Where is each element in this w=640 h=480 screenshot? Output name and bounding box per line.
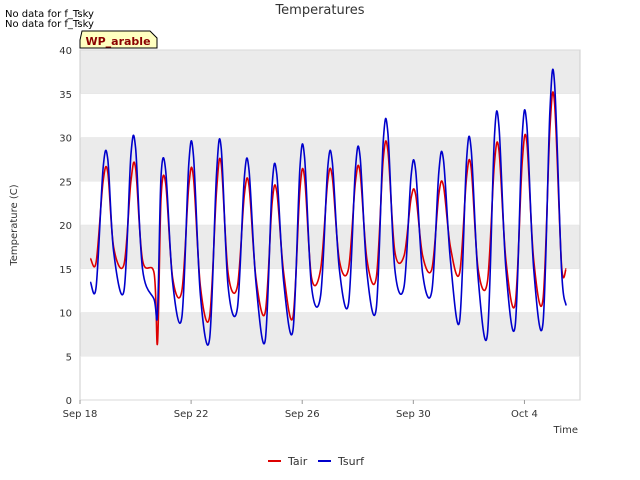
x-axis-label: Time bbox=[553, 425, 578, 436]
y-tick-label: 0 bbox=[66, 396, 72, 407]
site-badge: WP_arable bbox=[79, 30, 158, 49]
site-badge-label: WP_arable bbox=[85, 35, 150, 48]
y-tick-label: 30 bbox=[59, 134, 72, 145]
legend-label-tair: Tair bbox=[287, 455, 308, 468]
y-tick-label: 5 bbox=[66, 352, 72, 363]
plot-bands bbox=[80, 50, 580, 357]
series-line-tsurf bbox=[89, 68, 567, 346]
y-tick-label: 35 bbox=[59, 90, 72, 101]
temperature-chart: 0 5 10 15 20 25 30 35 40 Sep 18 Sep 22 Sep 26 Sep 3… bbox=[9, 3, 581, 468]
y-tick-label: 15 bbox=[59, 265, 72, 276]
legend: Tair Tsurf bbox=[268, 455, 365, 468]
grid-band bbox=[80, 50, 580, 94]
x-tick-label: Sep 18 bbox=[63, 409, 98, 420]
chart-title: Temperatures bbox=[274, 3, 364, 18]
x-tick-label: Oct 4 bbox=[511, 409, 538, 420]
grid-band bbox=[80, 312, 580, 357]
legend-label-tsurf: Tsurf bbox=[337, 455, 365, 468]
y-tick-label: 25 bbox=[59, 177, 72, 188]
x-tick-label: Sep 22 bbox=[174, 409, 209, 420]
y-tick-label: 40 bbox=[59, 46, 72, 57]
y-tick-label: 10 bbox=[59, 309, 72, 320]
series-lines bbox=[89, 68, 567, 346]
y-tick-label: 20 bbox=[59, 221, 72, 232]
x-tick-label: Sep 30 bbox=[396, 409, 431, 420]
x-tick-label: Sep 26 bbox=[285, 409, 320, 420]
x-axis: Sep 18 Sep 22 Sep 26 Sep 30 Oct 4 bbox=[63, 400, 538, 420]
y-axis-label: Temperature (C) bbox=[9, 184, 20, 266]
grid-band bbox=[80, 137, 580, 182]
